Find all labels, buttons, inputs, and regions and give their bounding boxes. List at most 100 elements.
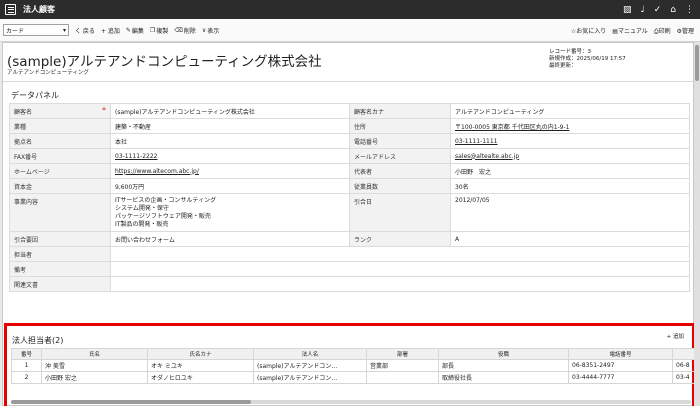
show-button[interactable]: ∨ 表示: [202, 26, 219, 35]
record-created: 新規作成：2025/06/19 17:57: [549, 56, 626, 62]
edit-button[interactable]: ✎ 編集: [126, 26, 144, 35]
show-label: 表示: [207, 27, 220, 35]
panel-row: 引合要因 お問い合わせフォーム ランク A: [9, 231, 690, 247]
add-contact-button[interactable]: + 追加: [667, 332, 684, 340]
table-cell: (sample)アルテアンドコン…: [253, 371, 367, 384]
field-label-text: 担当者: [14, 251, 33, 259]
field-value[interactable]: 小田野 宏之: [450, 163, 690, 179]
book-icon[interactable]: ▧: [623, 5, 632, 15]
scrollbar-thumb[interactable]: [11, 400, 251, 404]
field-value[interactable]: 〒100-0005 東京都 千代田区丸の内1-9-1: [450, 118, 690, 134]
field-value-text: 30名: [455, 183, 469, 191]
field-value[interactable]: 2012/07/05: [450, 193, 690, 232]
field-value[interactable]: 03-1111-1111: [450, 133, 690, 149]
field-label: ホームページ: [9, 163, 111, 179]
table-cell: (sample)アルテアンドコン…: [253, 359, 367, 372]
horizontal-scrollbar[interactable]: [11, 400, 691, 404]
pencil-icon: ✎: [125, 26, 131, 34]
field-label: 電話番号: [349, 133, 451, 149]
back-button[interactable]: く 戻る: [75, 26, 95, 35]
column-header[interactable]: 氏名: [41, 348, 148, 360]
field-label-text: 引合日: [354, 199, 373, 206]
field-value[interactable]: https://www.altecom.abc.jp/: [110, 163, 350, 179]
field-value-text: 本社: [115, 138, 128, 146]
field-value-text: 03-1111-1111: [455, 137, 498, 145]
field-label: 関連文書: [9, 276, 111, 292]
field-label-text: 関連文書: [14, 281, 39, 289]
field-label: 資本金: [9, 178, 111, 194]
panel-row: 担当者: [9, 246, 690, 262]
vertical-scrollbar[interactable]: [694, 42, 700, 406]
print-button[interactable]: ⎙印刷: [654, 26, 671, 36]
field-value[interactable]: お問い合わせフォーム: [110, 231, 350, 247]
column-header[interactable]: 氏名カナ: [147, 348, 254, 360]
favorite-button[interactable]: ☆お気に入り: [571, 26, 606, 35]
field-value[interactable]: A: [450, 231, 690, 247]
field-value[interactable]: アルテアンドコンピューティング: [450, 103, 690, 119]
field-label-text: 備考: [14, 266, 27, 274]
table-cell: 沖 美雪: [41, 359, 148, 372]
column-header[interactable]: 役職: [438, 348, 569, 360]
column-header[interactable]: 電話番号: [568, 348, 673, 360]
field-value[interactable]: 30名: [450, 178, 690, 194]
table-cell: 小田野 宏之: [41, 371, 148, 384]
field-label: 顧客名カナ: [349, 103, 451, 119]
more-icon[interactable]: ⋮: [685, 5, 694, 15]
add-button[interactable]: + 追加: [101, 26, 120, 35]
table-row[interactable]: 2 小田野 宏之 オダノヒロユキ (sample)アルテアンドコン… 取締役社長 03-4…: [11, 371, 700, 384]
field-label-text: メールアドレス: [354, 153, 397, 161]
contacts-section: 法人担当者(2) + 追加 番号 氏名 氏名カナ 法人名 部署 役職 電話番号 1沖 美雪オ…: [4, 323, 700, 406]
toolbar-right: ☆お気に入り ▤マニュアル ⎙印刷 ⚙管理: [571, 19, 694, 42]
field-label-text: 業種: [14, 123, 27, 131]
home-icon[interactable]: ⌂: [670, 5, 676, 15]
table-cell: 2: [11, 371, 42, 384]
copy-label: 複製: [156, 27, 169, 35]
field-label-text: 引合要因: [14, 236, 39, 244]
field-label: 拠点名: [9, 133, 111, 149]
record-number: レコード番号：3: [549, 49, 591, 55]
trash-icon: ⌫: [174, 26, 183, 34]
manual-button[interactable]: ▤マニュアル: [612, 26, 648, 35]
field-value[interactable]: (sample)アルテアンドコンピューティング株式会社: [110, 103, 350, 119]
top-bar: 法人顧客 ▧ ♩ ✓ ⌂ ⋮: [0, 0, 700, 19]
field-value[interactable]: ITサービスの企画・コンサルティング システム開発・保守 パッケージソフトウェア開発…: [110, 193, 350, 232]
field-value[interactable]: [110, 261, 690, 277]
record-meta: レコード番号：3 新規作成：2025/06/19 17:57 最終更新：: [549, 49, 626, 70]
delete-button[interactable]: ⌫ 削除: [174, 26, 196, 35]
column-header[interactable]: 番号: [11, 348, 42, 360]
table-cell: 03-4444-7777: [568, 371, 673, 384]
field-value[interactable]: sales@altealte.abc.jp: [450, 148, 690, 164]
copy-button[interactable]: ❐ 複製: [150, 26, 168, 35]
field-value-text: 建築・不動産: [115, 123, 152, 131]
table-row[interactable]: 1沖 美雪 オキ ミユキ (sample)アルテアンドコン… 営業部 部長 06-8351…: [11, 359, 700, 372]
table-cell: 1: [11, 359, 42, 372]
bell-icon[interactable]: ♩: [640, 5, 644, 15]
field-value[interactable]: 本社: [110, 133, 350, 149]
record-header: (sample)アルテアンドコンピューティング株式会社 アルテアンドコンピューテ…: [3, 43, 693, 81]
check-icon[interactable]: ✓: [654, 5, 662, 15]
field-value[interactable]: 9,600万円: [110, 178, 350, 194]
field-label-text: 顧客名: [14, 108, 33, 116]
panel-row: 拠点名 本社 電話番号 03-1111-1111: [9, 133, 690, 149]
field-value[interactable]: [110, 246, 690, 262]
delete-label: 削除: [183, 27, 196, 35]
panel-row: 資本金 9,600万円 従業員数 30名: [9, 178, 690, 194]
admin-label: 管理: [681, 28, 694, 35]
field-value[interactable]: 建築・不動産: [110, 118, 350, 134]
field-label: 担当者: [9, 246, 111, 262]
divider: [3, 81, 693, 82]
view-select[interactable]: カード ▾: [3, 24, 69, 36]
menu-icon[interactable]: [5, 4, 16, 15]
field-value[interactable]: 03-1111-2222: [110, 148, 350, 164]
panel-row: 備考: [9, 261, 690, 277]
admin-button[interactable]: ⚙管理: [677, 26, 694, 35]
field-label: 住所: [349, 118, 451, 134]
field-value[interactable]: [110, 276, 690, 292]
field-label: 従業員数: [349, 178, 451, 194]
manual-label: マニュアル: [617, 28, 648, 35]
vertical-scrollbar-thumb[interactable]: [695, 45, 699, 81]
column-header[interactable]: 法人名: [253, 348, 367, 360]
field-label-text: FAX番号: [14, 153, 38, 161]
field-label-text: 電話番号: [354, 138, 379, 146]
column-header[interactable]: 部署: [366, 348, 439, 360]
